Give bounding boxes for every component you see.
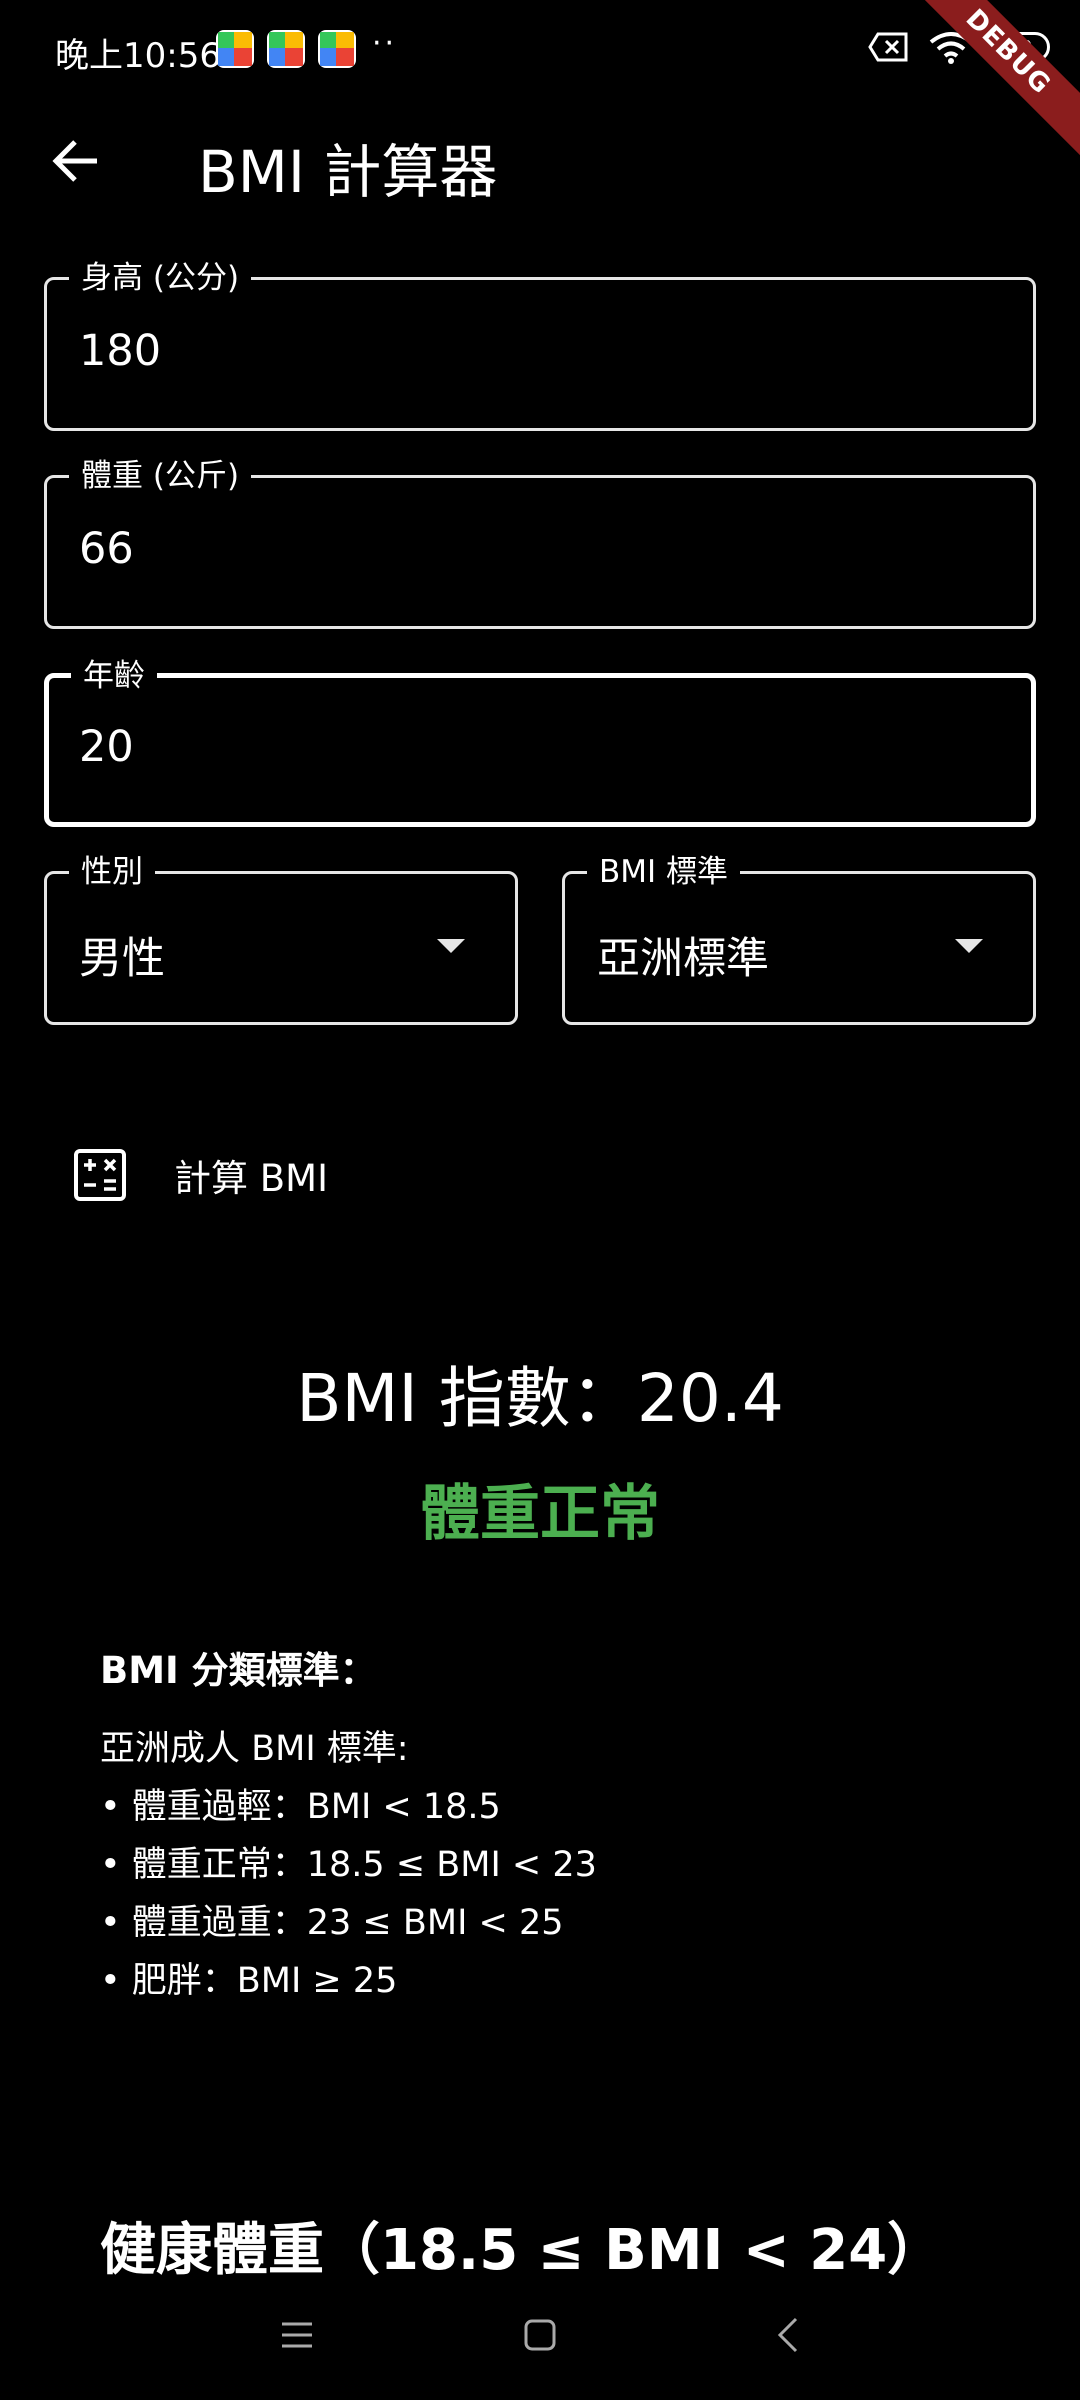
gender-value: 男性 bbox=[79, 934, 165, 984]
bmi-result-status: 體重正常 bbox=[420, 1479, 660, 1549]
arrow-left-icon bbox=[52, 140, 97, 182]
home-square-icon bbox=[524, 2319, 556, 2351]
calculate-bmi-button[interactable]: 計算 BMI bbox=[58, 1130, 358, 1220]
chevron-down-icon bbox=[437, 939, 465, 953]
nav-menu-button[interactable] bbox=[237, 2280, 357, 2390]
sim-x-icon bbox=[868, 32, 908, 62]
puzzle-app-icon bbox=[267, 30, 305, 68]
menu-icon bbox=[282, 2322, 312, 2348]
weight-field[interactable]: 體重 (公斤) 66 bbox=[44, 456, 1036, 629]
healthy-weight-heading: 健康體重（18.5 ≤ BMI < 24） bbox=[100, 2218, 944, 2283]
app-bar: BMI 計算器 bbox=[0, 105, 1080, 215]
back-chevron-icon bbox=[777, 2317, 798, 2353]
height-input[interactable]: 180 bbox=[79, 326, 917, 376]
age-input[interactable]: 20 bbox=[79, 722, 914, 772]
status-time: 晚上10:56 bbox=[55, 36, 221, 76]
age-label: 年齡 bbox=[71, 656, 157, 696]
classification-item: • 體重過重：23 ≤ BMI < 25 bbox=[100, 1903, 564, 1943]
gender-dropdown[interactable]: 性別 男性 bbox=[44, 852, 518, 1025]
classification-item: • 體重過輕：BMI < 18.5 bbox=[100, 1787, 501, 1827]
weight-input[interactable]: 66 bbox=[79, 524, 917, 574]
calculator-icon bbox=[74, 1149, 126, 1201]
weight-label: 體重 (公斤) bbox=[69, 456, 252, 496]
age-field[interactable]: 年齡 20 bbox=[44, 656, 1036, 827]
bmi-standard-label: BMI 標準 bbox=[587, 852, 741, 892]
bmi-result-value: BMI 指數：20.4 bbox=[296, 1360, 784, 1437]
calculate-bmi-label: 計算 BMI bbox=[174, 1157, 328, 1200]
back-button[interactable] bbox=[40, 125, 112, 197]
puzzle-app-icon bbox=[216, 30, 254, 68]
page-title: BMI 計算器 bbox=[198, 138, 498, 206]
classification-title: BMI 分類標準： bbox=[100, 1649, 377, 1692]
classification-heading: 亞洲成人 BMI 標準: bbox=[100, 1729, 409, 1769]
classification-list: 亞洲成人 BMI 標準: • 體重過輕：BMI < 18.5 • 體重正常：18… bbox=[100, 1720, 597, 2010]
nav-back-button[interactable] bbox=[728, 2280, 848, 2390]
chevron-down-icon bbox=[955, 939, 983, 953]
height-label: 身高 (公分) bbox=[69, 258, 252, 298]
bmi-standard-dropdown[interactable]: BMI 標準 亞洲標準 bbox=[562, 852, 1036, 1025]
notification-icons bbox=[216, 30, 356, 68]
more-notifications-dots: ·· bbox=[372, 26, 398, 61]
nav-home-button[interactable] bbox=[480, 2280, 600, 2390]
height-field[interactable]: 身高 (公分) 180 bbox=[44, 258, 1036, 431]
classification-item: • 肥胖：BMI ≥ 25 bbox=[100, 1961, 398, 2001]
gender-label: 性別 bbox=[69, 852, 155, 892]
status-bar: 晚上10:56 ·· 49 DEBUG bbox=[0, 0, 1080, 160]
bmi-standard-value: 亞洲標準 bbox=[597, 934, 769, 984]
classification-item: • 體重正常：18.5 ≤ BMI < 23 bbox=[100, 1845, 597, 1885]
puzzle-app-icon bbox=[318, 30, 356, 68]
system-nav-bar bbox=[0, 2280, 1080, 2400]
